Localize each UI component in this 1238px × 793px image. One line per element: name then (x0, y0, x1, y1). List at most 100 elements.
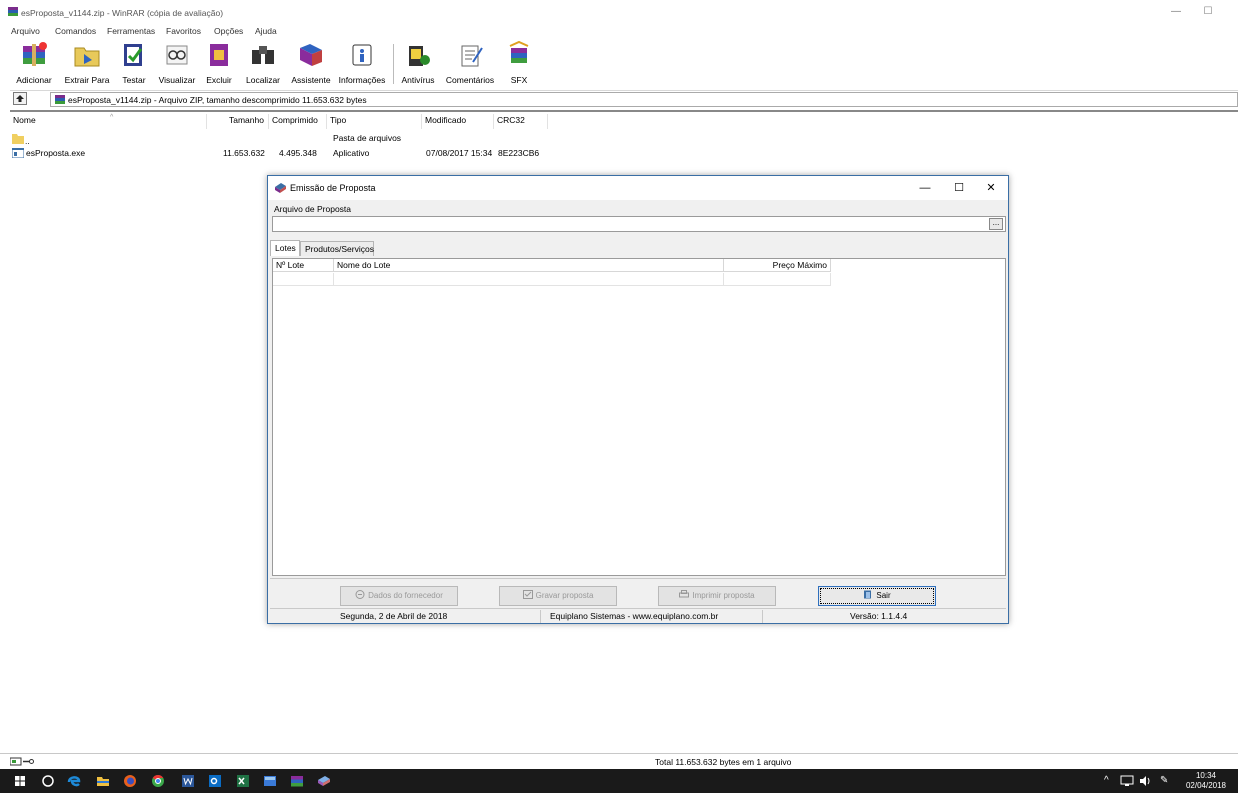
menu-arquivo[interactable]: Arquivo (11, 26, 40, 36)
menu-opcoes[interactable]: Opções (214, 26, 243, 36)
outlook-icon[interactable] (207, 773, 223, 789)
address-bar: esProposta_v1144.zip - Arquivo ZIP, tama… (10, 90, 1238, 107)
button-label: Sair (876, 591, 891, 600)
file-name: esProposta.exe (26, 148, 86, 158)
column-header-label: Nome (13, 115, 36, 125)
search-circle-icon[interactable] (40, 773, 56, 789)
tab-lotes[interactable]: Lotes (270, 240, 300, 256)
taskbar: ^ ✎ 10:34 02/04/2018 (0, 769, 1238, 793)
imprimir-proposta-button[interactable]: Imprimir proposta (658, 586, 776, 606)
word-icon[interactable] (180, 773, 196, 789)
window-title-bar: esProposta_v1144.zip - WinRAR (cópia de … (0, 0, 1238, 22)
grid-header-nome-lote[interactable]: Nome do Lote (334, 259, 724, 272)
dialog-button-bar: Dados do fornecedor Gravar proposta Impr… (270, 578, 1006, 606)
pen-icon[interactable]: ✎ (1160, 775, 1168, 786)
column-header-tamanho[interactable]: Tamanho (226, 114, 269, 129)
scp-icon[interactable] (262, 773, 278, 789)
grid-cell[interactable] (724, 273, 831, 286)
supplier-icon (355, 590, 365, 599)
toolbar-informacoes-button[interactable]: Informações (335, 40, 389, 88)
info-icon (352, 44, 372, 66)
print-icon (679, 590, 690, 598)
windows-start-icon[interactable] (12, 773, 28, 789)
toolbar-localizar-button[interactable]: Localizar (241, 40, 285, 88)
drive-key-icon (10, 757, 34, 766)
toolbar-sfx-button[interactable]: SFX (503, 40, 535, 88)
view-glasses-icon (166, 45, 188, 65)
clock-date: 02/04/2018 (1185, 781, 1226, 790)
winrar-app-icon (8, 7, 18, 16)
edge-browser-icon[interactable] (66, 773, 82, 789)
dialog-title-bar[interactable]: Emissão de Proposta — ☐ ✕ (268, 176, 1008, 200)
column-header-comprimido[interactable]: Comprimido (269, 114, 327, 129)
path-field[interactable]: esProposta_v1144.zip - Arquivo ZIP, tama… (50, 92, 1238, 107)
toolbar-label: Excluir (206, 75, 232, 85)
file-row[interactable]: esProposta.exe 11.653.632 4.495.348 Apli… (10, 148, 710, 160)
firefox-icon[interactable] (122, 773, 138, 789)
toolbar-extrair-button[interactable]: Extrair Para (62, 40, 112, 88)
gravar-proposta-button[interactable]: Gravar proposta (499, 586, 617, 606)
toolbar-label: Extrair Para (64, 75, 110, 85)
volume-icon[interactable] (1138, 774, 1152, 788)
lotes-grid[interactable]: Nº Lote Nome do Lote Preço Máximo (272, 258, 1006, 576)
toolbar-comentarios-button[interactable]: Comentários (441, 40, 499, 88)
column-header-nome[interactable]: Nome ^ (10, 114, 207, 129)
menu-ajuda[interactable]: Ajuda (255, 26, 277, 36)
add-books-icon (23, 42, 47, 66)
file-modified: 07/08/2017 15:34 (426, 148, 493, 158)
file-row[interactable]: .. Pasta de arquivos (10, 133, 710, 146)
menu-comandos[interactable]: Comandos (55, 26, 96, 36)
grid-header-numero-lote[interactable]: Nº Lote (273, 259, 334, 272)
maximize-button[interactable]: ☐ (1198, 5, 1218, 19)
test-icon (124, 44, 143, 66)
toolbar-testar-button[interactable]: Testar (117, 40, 151, 88)
chrome-icon[interactable] (150, 773, 166, 789)
extract-folder-icon (74, 47, 100, 67)
browse-button[interactable]: ... (989, 218, 1003, 230)
folder-icon (12, 134, 24, 144)
sair-button[interactable]: Sair (818, 586, 936, 606)
file-explorer-icon[interactable] (95, 773, 111, 789)
comment-icon (461, 45, 483, 67)
exit-door-icon (864, 590, 872, 599)
minimize-button[interactable]: — (1166, 5, 1186, 19)
equiplano-taskbar-icon[interactable] (316, 773, 332, 789)
status-text: Total 11.653.632 bytes em 1 arquivo (655, 757, 792, 767)
archive-icon (55, 95, 65, 104)
dados-fornecedor-button[interactable]: Dados do fornecedor (340, 586, 458, 606)
tab-produtos-servicos[interactable]: Produtos/Serviços (300, 241, 374, 256)
tray-arrow-icon[interactable]: ^ (1104, 775, 1109, 786)
file-label: Arquivo de Proposta (274, 204, 352, 214)
column-header-tipo[interactable]: Tipo (327, 114, 422, 129)
dialog-close-button[interactable]: ✕ (982, 180, 1000, 196)
up-folder-button[interactable] (13, 92, 27, 105)
proposal-file-input[interactable]: ... (272, 216, 1006, 232)
toolbar-assistente-button[interactable]: Assistente (287, 40, 335, 88)
grid-cell[interactable] (334, 273, 724, 286)
dialog-minimize-button[interactable]: — (916, 180, 934, 196)
toolbar-visualizar-button[interactable]: Visualizar (155, 40, 199, 88)
path-text: esProposta_v1144.zip - Arquivo ZIP, tama… (68, 95, 367, 105)
toolbar-label: Antivírus (401, 75, 435, 85)
excel-icon[interactable] (235, 773, 251, 789)
menu-ferramentas[interactable]: Ferramentas (107, 26, 155, 36)
button-label: Dados do fornecedor (368, 591, 443, 600)
clock[interactable]: 10:34 02/04/2018 (1186, 771, 1226, 791)
column-header-crc32[interactable]: CRC32 (494, 114, 548, 129)
winrar-taskbar-icon[interactable] (289, 773, 305, 789)
dialog-maximize-button[interactable]: ☐ (950, 180, 968, 196)
toolbar-antivirus-button[interactable]: Antivírus (397, 40, 439, 88)
grid-cell[interactable] (273, 273, 334, 286)
toolbar-adicionar-button[interactable]: Adicionar (6, 40, 62, 88)
toolbar-excluir-button[interactable]: Excluir (203, 40, 235, 88)
grid-header-preco-maximo[interactable]: Preço Máximo (724, 259, 831, 272)
toolbar-label: Comentários (445, 75, 495, 85)
file-type: Aplicativo (333, 148, 370, 158)
dialog-status-company: Equiplano Sistemas - www.equiplano.com.b… (550, 611, 719, 621)
dialog-status-date: Segunda, 2 de Abril de 2018 (340, 611, 448, 621)
file-type: Pasta de arquivos (333, 133, 402, 143)
status-separator (762, 610, 763, 623)
network-icon[interactable] (1120, 774, 1134, 788)
column-header-modificado[interactable]: Modificado (422, 114, 494, 129)
menu-favoritos[interactable]: Favoritos (166, 26, 201, 36)
